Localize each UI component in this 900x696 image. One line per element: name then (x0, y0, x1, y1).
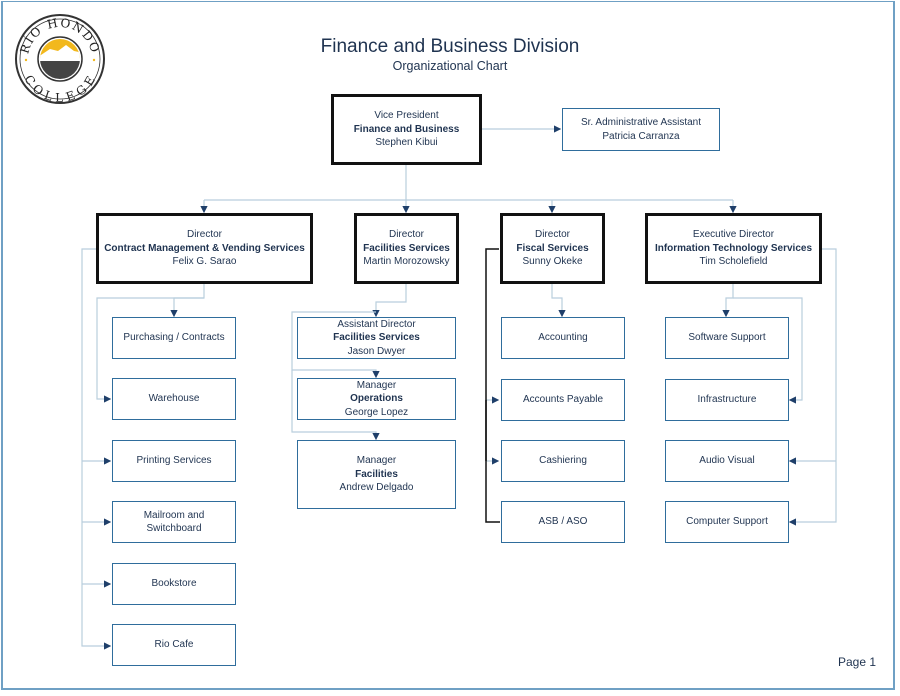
director-facilities[interactable]: Director Facilities Services Martin Moro… (354, 213, 459, 284)
unit-rio-cafe[interactable]: Rio Cafe (112, 624, 236, 666)
unit-cashiering[interactable]: Cashiering (501, 440, 625, 482)
assistant-role: Sr. Administrative Assistant (580, 117, 702, 128)
page-number: Page 1 (838, 655, 877, 669)
director-name: Tim Scholefield (699, 256, 768, 268)
vp-name: Stephen Kibui (375, 137, 438, 149)
unit-label: Rio Cafe (154, 639, 194, 651)
unit-printing[interactable]: Printing Services (112, 440, 236, 482)
director-dept: Facilities Services (363, 242, 450, 254)
unit-bookstore[interactable]: Bookstore (112, 563, 236, 605)
unit-name: Andrew Delgado (339, 482, 414, 494)
unit-accounts-payable[interactable]: Accounts Payable (501, 379, 625, 421)
unit-label: Computer Support (686, 516, 768, 528)
assistant-name: Patricia Carranza (602, 130, 680, 142)
unit-label: Audio Visual (699, 455, 755, 467)
unit-mailroom[interactable]: Mailroom and Switchboard (112, 501, 236, 543)
unit-label: Accounting (538, 332, 588, 344)
director-role: Director (388, 229, 424, 241)
director-it[interactable]: Executive Director Information Technolog… (645, 213, 822, 284)
director-role: Director (534, 229, 570, 241)
unit-label: Bookstore (151, 578, 197, 590)
unit-manager-operations[interactable]: Manager Operations George Lopez (297, 378, 456, 420)
unit-role: Manager (356, 455, 397, 467)
unit-audio-visual[interactable]: Audio Visual (665, 440, 789, 482)
unit-label: Cashiering (539, 455, 587, 467)
director-role: Director (186, 229, 222, 241)
unit-dept: Facilities (355, 468, 398, 480)
unit-name: Jason Dwyer (347, 345, 406, 357)
unit-label: Accounts Payable (522, 394, 604, 406)
unit-asb-aso[interactable]: ASB / ASO (501, 501, 625, 543)
unit-accounting[interactable]: Accounting (501, 317, 625, 359)
director-name: Felix G. Sarao (172, 256, 237, 268)
unit-label: Printing Services (136, 455, 212, 467)
vp-role: Vice President (374, 110, 439, 122)
director-name: Martin Morozowsky (363, 256, 450, 268)
unit-role: Manager (356, 379, 397, 391)
vp-dept: Finance and Business (353, 123, 460, 135)
unit-dept: Facilities Services (333, 332, 420, 344)
director-dept: Information Technology Services (654, 242, 813, 254)
unit-purchasing[interactable]: Purchasing / Contracts (112, 317, 236, 359)
unit-label: Purchasing / Contracts (123, 332, 225, 344)
unit-role: Assistant Director (337, 318, 416, 330)
director-contract-management[interactable]: Director Contract Management & Vending S… (96, 213, 313, 284)
unit-manager-facilities[interactable]: Manager Facilities Andrew Delgado (297, 440, 456, 509)
director-dept: Fiscal Services (516, 242, 589, 254)
unit-warehouse[interactable]: Warehouse (112, 378, 236, 420)
unit-name: George Lopez (344, 406, 409, 418)
director-name: Sunny Okeke (522, 256, 583, 268)
unit-assistant-director-facilities[interactable]: Assistant Director Facilities Services J… (297, 317, 456, 359)
unit-label: Infrastructure (697, 394, 757, 406)
director-fiscal[interactable]: Director Fiscal Services Sunny Okeke (500, 213, 605, 284)
unit-computer-support[interactable]: Computer Support (665, 501, 789, 543)
unit-label: Software Support (688, 332, 766, 344)
unit-software-support[interactable]: Software Support (665, 317, 789, 359)
unit-label: Mailroom and Switchboard (143, 509, 205, 535)
director-role: Executive Director (692, 229, 775, 241)
director-dept: Contract Management & Vending Services (104, 242, 305, 254)
vp-box[interactable]: Vice President Finance and Business Step… (331, 94, 482, 165)
assistant-box[interactable]: Sr. Administrative Assistant Patricia Ca… (562, 108, 720, 151)
connector-fiscal-asb (485, 248, 500, 523)
unit-label: Warehouse (148, 393, 200, 405)
unit-dept: Operations (350, 393, 403, 405)
unit-infrastructure[interactable]: Infrastructure (665, 379, 789, 421)
unit-label: ASB / ASO (538, 516, 588, 528)
